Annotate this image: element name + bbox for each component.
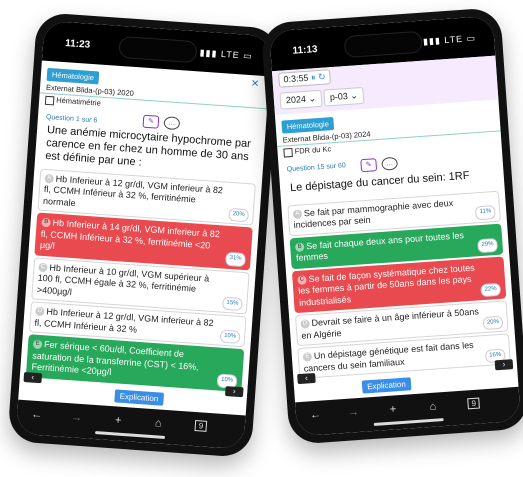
option-percentage: 15% bbox=[221, 296, 243, 312]
back-icon[interactable]: ← bbox=[31, 409, 43, 422]
status-time: 11:23 bbox=[64, 38, 91, 51]
option-text: Hb Inferieur à 12 gr/dl, VGM inferieur à… bbox=[42, 173, 224, 208]
option-percentage: 29% bbox=[477, 237, 499, 253]
close-icon[interactable]: × bbox=[251, 75, 260, 90]
tabs-icon[interactable]: 9 bbox=[467, 397, 481, 410]
browser-bottom-bar: ← → + ⌂ 9 bbox=[15, 399, 246, 450]
timer-display: 0:3:55 ⏸ ↻ bbox=[278, 69, 332, 88]
period-select[interactable]: p-03 ⌄ bbox=[323, 86, 365, 107]
pause-icon[interactable]: ⏸ bbox=[311, 72, 316, 82]
option-text: Hb Inferieur à 10 gr/dl, VGM supérieur à… bbox=[36, 262, 210, 297]
browser-bottom-bar: ← → + ⌂ 9 bbox=[295, 386, 521, 437]
option-text: Hb Inferieur à 12 gr/dl, VGM inferieur à… bbox=[34, 306, 214, 335]
left-phone: 11:23 ▮▮▮ LTE ▭ Hématologie × Externat B… bbox=[7, 12, 281, 458]
left-phone-screen: 11:23 ▮▮▮ LTE ▭ Hématologie × Externat B… bbox=[15, 20, 273, 450]
home-icon[interactable]: ⌂ bbox=[154, 417, 161, 429]
subject-tag[interactable]: Hématologie bbox=[281, 117, 335, 134]
forward-icon[interactable]: → bbox=[71, 411, 83, 424]
right-phone: 11:13 ▮▮▮ LTE ▭ 0:3:55 ⏸ ↻ 2024 ⌄ p-03 ⌄… bbox=[260, 7, 523, 445]
signal-indicator: ▮▮▮ LTE ▭ bbox=[422, 32, 477, 47]
signal-indicator: ▮▮▮ LTE ▭ bbox=[199, 47, 254, 62]
option-percentage: 31% bbox=[225, 251, 246, 267]
reset-icon[interactable]: ↻ bbox=[318, 71, 326, 82]
back-icon[interactable]: ← bbox=[310, 409, 322, 422]
option-letter: E bbox=[302, 352, 313, 362]
chat-icon[interactable]: … bbox=[163, 115, 181, 130]
option-text: Se fait par mammographie avec deux incid… bbox=[293, 197, 454, 231]
option-text: Fer sérique < 60u/dl, Coefficient de sat… bbox=[31, 339, 200, 378]
option-text: Se fait de façon systématique chez toute… bbox=[297, 262, 476, 308]
option-percentage: 20% bbox=[482, 315, 504, 331]
new-tab-icon[interactable]: + bbox=[389, 403, 396, 415]
year-select[interactable]: 2024 ⌄ bbox=[279, 89, 323, 110]
home-indicator bbox=[94, 431, 166, 439]
comment-icon[interactable]: ✎ bbox=[360, 157, 378, 172]
comment-icon[interactable]: ✎ bbox=[142, 114, 160, 129]
forward-icon[interactable]: → bbox=[347, 406, 359, 419]
previous-question-button[interactable]: ‹ bbox=[23, 371, 43, 384]
tabs-icon[interactable]: 9 bbox=[194, 420, 208, 432]
option-text: Hb Inferieur à 14 gr/dl, VGM inferieur à… bbox=[39, 217, 221, 251]
option-letter: A bbox=[292, 209, 303, 219]
option-letter: A bbox=[44, 173, 55, 184]
option-letter: B bbox=[294, 242, 305, 252]
option-percentage: 22% bbox=[480, 282, 502, 298]
option-letter: E bbox=[32, 339, 43, 350]
explication-button[interactable]: Explication bbox=[361, 377, 412, 394]
option-letter: D bbox=[35, 306, 45, 317]
option-letter: D bbox=[300, 319, 310, 329]
dynamic-island bbox=[343, 30, 423, 59]
home-icon[interactable]: ⌂ bbox=[429, 401, 436, 413]
checkbox-icon[interactable] bbox=[283, 147, 293, 158]
dynamic-island bbox=[118, 35, 198, 64]
option-percentage: 11% bbox=[475, 205, 496, 220]
next-question-button[interactable]: › bbox=[494, 359, 514, 371]
home-indicator bbox=[373, 418, 444, 426]
right-phone-screen: 11:13 ▮▮▮ LTE ▭ 0:3:55 ⏸ ↻ 2024 ⌄ p-03 ⌄… bbox=[269, 15, 521, 437]
option-letter: C bbox=[297, 274, 307, 285]
option-percentage: 20% bbox=[228, 207, 250, 223]
new-tab-icon[interactable]: + bbox=[115, 414, 122, 426]
option-letter: B bbox=[41, 217, 51, 228]
previous-question-button[interactable]: ‹ bbox=[297, 372, 316, 385]
option-letter: C bbox=[38, 262, 48, 272]
next-question-button[interactable]: › bbox=[224, 386, 244, 398]
question-number: Question 15 sur 60 bbox=[286, 161, 347, 173]
checkbox-icon[interactable] bbox=[44, 95, 55, 105]
explication-button[interactable]: Explication bbox=[114, 389, 164, 406]
option-text: Devrait se faire à un âge inférieur à 50… bbox=[301, 306, 480, 341]
option-percentage: 10% bbox=[219, 329, 241, 344]
subject-tag[interactable]: Hématologie bbox=[46, 67, 100, 85]
status-time: 11:13 bbox=[292, 43, 318, 57]
chat-icon[interactable]: … bbox=[381, 156, 399, 171]
option-text: Se fait chaque deux ans pour toutes les … bbox=[295, 229, 465, 263]
